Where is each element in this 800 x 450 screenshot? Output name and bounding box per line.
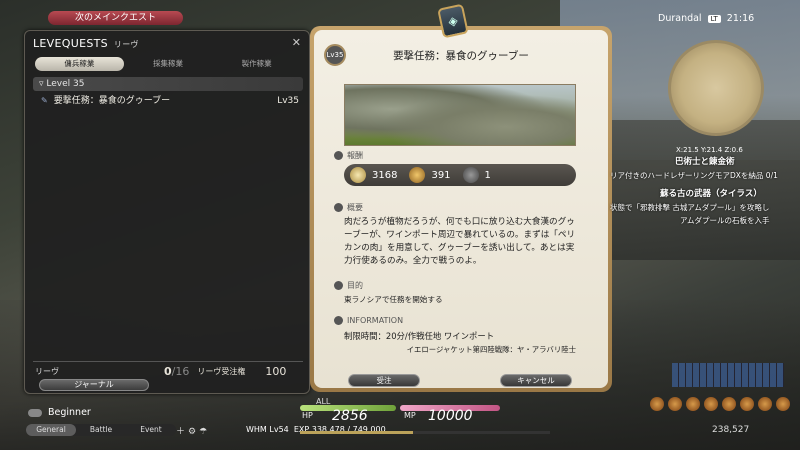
action-buttons[interactable] xyxy=(650,397,790,411)
levequest-window: LEVEQUESTS リーヴ ✕ 傭兵稼業 採集稼業 製作稼業 ▿ Level 3… xyxy=(24,30,310,394)
level-group-header[interactable]: ▿ Level 35 xyxy=(33,77,303,91)
next-main-quest-tab[interactable]: 次のメインクエスト xyxy=(48,11,183,25)
reward-exp: 3168 xyxy=(372,169,398,181)
tab-gathering[interactable]: 採集稼業 xyxy=(124,57,213,71)
server-info: Durandal LT 21:16 xyxy=(658,13,755,24)
hotbar[interactable] xyxy=(672,363,784,387)
description: 肉だろうが植物だろうが、何でも口に放り込む大食漢のグゥーブーが、ワインポート周辺… xyxy=(344,217,576,266)
action-icon xyxy=(776,397,790,411)
divider xyxy=(33,361,303,362)
action-icon xyxy=(758,397,772,411)
quest-level: Lv35 xyxy=(277,96,299,106)
objective-label: 目的 xyxy=(334,280,363,291)
info-time-limit: 制限時間：20分/作戦任地 ワインポート xyxy=(344,331,495,341)
mp-value: 10000 xyxy=(428,408,473,424)
overview-label: 概要 xyxy=(334,202,363,213)
accept-button[interactable]: 受注 xyxy=(348,374,420,387)
action-icon xyxy=(650,397,664,411)
tab-crafting[interactable]: 製作稼業 xyxy=(212,57,301,71)
minimap[interactable] xyxy=(668,40,764,136)
chat-bubble-icon xyxy=(28,409,42,417)
action-icon xyxy=(704,397,718,411)
coordinates: X:21.5 Y:21.4 Z:0.6 xyxy=(676,146,743,154)
action-icon xyxy=(686,397,700,411)
tab-battle[interactable]: Battle xyxy=(76,424,126,436)
tab-battlecraft[interactable]: 傭兵稼業 xyxy=(35,57,124,71)
journal-button[interactable]: ジャーナル xyxy=(39,379,149,391)
exp-icon xyxy=(350,167,366,183)
reward-seals: 1 xyxy=(484,169,491,181)
leve-allowance: リーヴ 0/16 リーヴ受注権 100 xyxy=(35,364,287,378)
action-icon xyxy=(740,397,754,411)
exp-bar xyxy=(300,431,550,434)
seal-icon xyxy=(462,167,479,183)
levequest-card: Lv35 要撃任務：暴食のグゥーブー 報酬 3168 391 1 概要 肉だろう… xyxy=(310,26,612,392)
objective-text: 東ラノシアで任務を開始する xyxy=(344,295,443,304)
window-tools-icon[interactable]: ✕ xyxy=(292,36,301,49)
levequest-crest-icon: ◈ xyxy=(437,3,469,39)
reward-gil: 391 xyxy=(431,169,451,181)
gil-icon xyxy=(409,167,426,183)
reward-label: 報酬 xyxy=(334,150,363,161)
chat-tabs: General Battle Event xyxy=(26,424,176,436)
hp-label: HP xyxy=(302,411,313,420)
reward-bar: 3168 391 1 xyxy=(344,164,576,186)
info-client: イエロージャケット第四陸戦隊：ヤ・アラバリ陸士 xyxy=(406,345,576,354)
hp-value: 2856 xyxy=(332,408,368,424)
card-title: 要撃任務：暴食のグゥーブー xyxy=(393,50,529,62)
tab-general[interactable]: General xyxy=(26,424,76,436)
levequest-tabs: 傭兵稼業 採集稼業 製作稼業 xyxy=(35,57,301,71)
gil-readout: 238,527 xyxy=(712,425,750,435)
leve-illustration xyxy=(344,84,576,146)
information-label: INFORMATION xyxy=(334,316,403,325)
lt-button-icon: LT xyxy=(707,14,721,23)
mp-label: MP xyxy=(404,411,416,420)
action-icon xyxy=(722,397,736,411)
quest-tracker[interactable]: 巴術士と錬金術 リア付きのハードレザーリングモアDXを納品 0/1 蘇る古の武器… xyxy=(610,156,800,227)
chat-message: Beginner xyxy=(48,407,91,418)
tab-event[interactable]: Event xyxy=(126,424,176,436)
cancel-button[interactable]: キャンセル xyxy=(500,374,572,387)
levequest-icon: ✎ xyxy=(41,96,48,105)
action-icon xyxy=(668,397,682,411)
quest-name: 要撃任務：暴食のグゥーブー xyxy=(53,96,171,106)
list-item[interactable]: ✎ 要撃任務：暴食のグゥーブー Lv35 xyxy=(33,94,303,108)
window-title: LEVEQUESTS リーヴ xyxy=(33,37,139,50)
chat-settings-icons[interactable]: ＋⚙☂ xyxy=(176,424,210,437)
